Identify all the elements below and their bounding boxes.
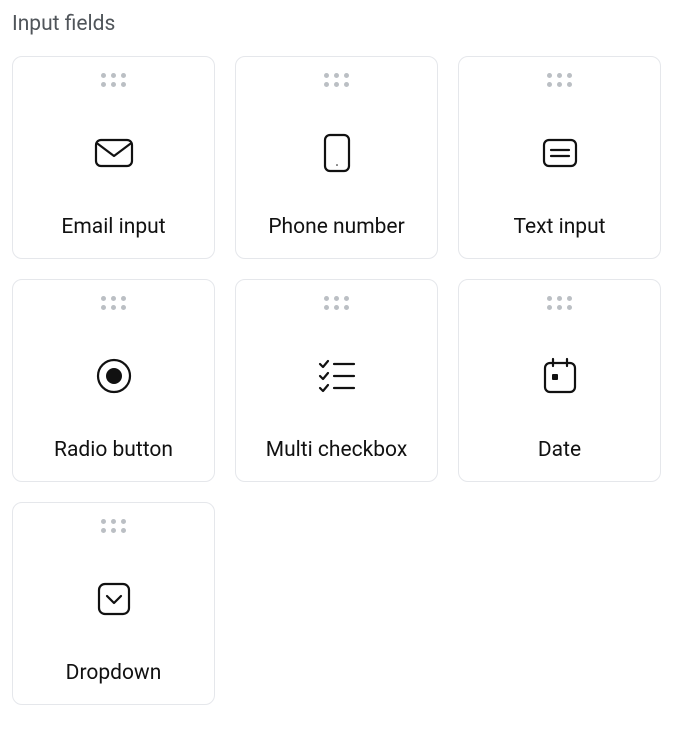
section-title: Input fields <box>12 12 682 36</box>
card-text-input[interactable]: Text input <box>458 56 661 259</box>
drag-handle-icon[interactable] <box>547 296 572 310</box>
input-fields-grid: Email input Phone number Text i <box>12 56 682 705</box>
card-label: Phone number <box>268 215 404 239</box>
checklist-icon <box>318 348 356 404</box>
drag-handle-icon[interactable] <box>101 519 126 533</box>
card-radio-button[interactable]: Radio button <box>12 279 215 482</box>
drag-handle-icon[interactable] <box>324 296 349 310</box>
drag-handle-icon[interactable] <box>324 73 349 87</box>
card-email-input[interactable]: Email input <box>12 56 215 259</box>
card-label: Email input <box>61 215 165 239</box>
card-label: Dropdown <box>66 661 162 685</box>
card-multi-checkbox[interactable]: Multi checkbox <box>235 279 438 482</box>
card-date[interactable]: Date <box>458 279 661 482</box>
email-icon <box>94 125 134 181</box>
card-label: Text input <box>513 215 605 239</box>
text-icon <box>542 125 578 181</box>
card-label: Multi checkbox <box>266 438 408 462</box>
card-label: Date <box>538 438 581 462</box>
calendar-icon <box>542 348 578 404</box>
drag-handle-icon[interactable] <box>547 73 572 87</box>
radio-icon <box>95 348 133 404</box>
card-label: Radio button <box>54 438 173 462</box>
drag-handle-icon[interactable] <box>101 296 126 310</box>
phone-icon <box>323 125 351 181</box>
card-dropdown[interactable]: Dropdown <box>12 502 215 705</box>
dropdown-icon <box>96 571 132 627</box>
drag-handle-icon[interactable] <box>101 73 126 87</box>
card-phone-number[interactable]: Phone number <box>235 56 438 259</box>
